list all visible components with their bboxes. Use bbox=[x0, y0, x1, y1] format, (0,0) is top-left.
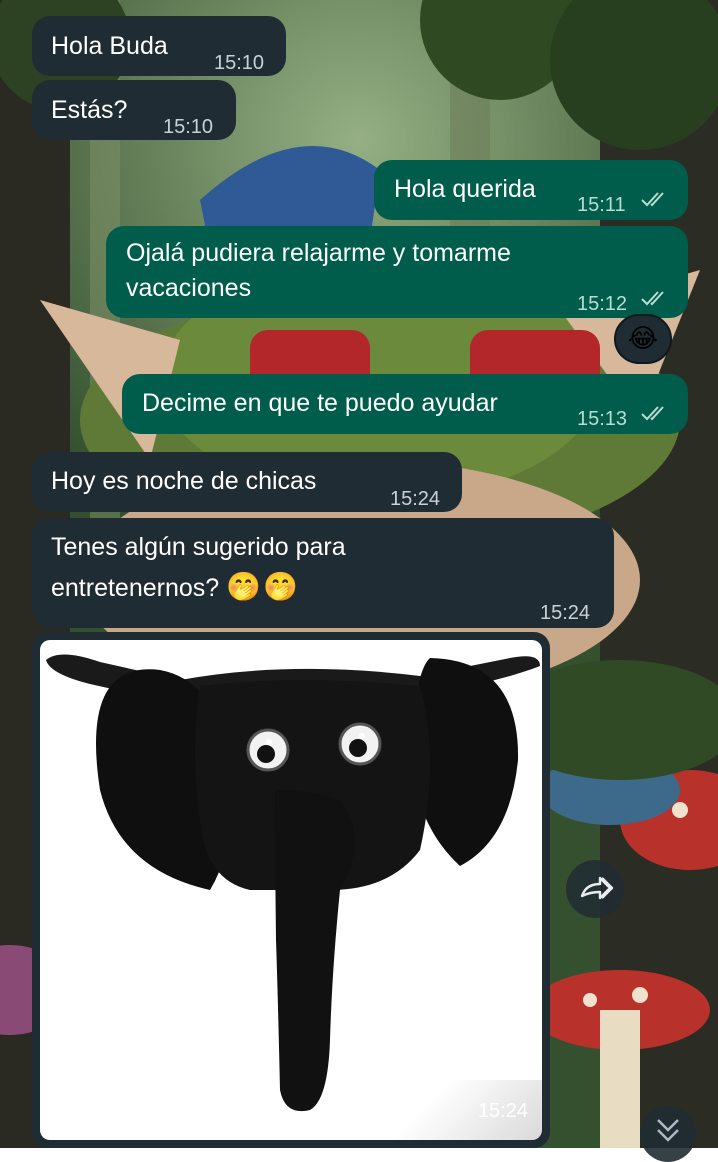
message-time: 15:11 bbox=[577, 194, 626, 216]
message-text-line-2: entretenernos? 🤭🤭 bbox=[51, 570, 300, 605]
double-check-icon bbox=[641, 291, 664, 306]
message-time: 15:10 bbox=[214, 52, 265, 74]
message-text: Decime en que te puedo ayudar bbox=[142, 389, 498, 417]
message-time: 15:13 bbox=[577, 408, 628, 430]
incoming-message[interactable]: Hoy es noche de chicas 15:24 bbox=[32, 452, 462, 512]
message-text-line-1: Ojalá pudiera relajarme y tomarme bbox=[126, 239, 511, 267]
outgoing-message[interactable]: Ojalá pudiera relajarme y tomarme vacaci… bbox=[106, 226, 688, 318]
reaction-emoji: 😂 bbox=[627, 324, 659, 354]
double-chevron-down-icon bbox=[657, 1119, 679, 1142]
emoji-hand-over-mouth: 🤭🤭 bbox=[226, 570, 300, 603]
message-text-line-2-text: entretenernos? bbox=[51, 574, 220, 602]
message-text: Hola Buda bbox=[51, 32, 168, 60]
image-attachment[interactable]: 15:24 bbox=[40, 640, 542, 1140]
message-time: 15:24 bbox=[540, 602, 591, 624]
incoming-image-message[interactable]: 15:24 bbox=[32, 632, 550, 1148]
message-text-line-1: Tenes algún sugerido para bbox=[51, 533, 346, 561]
message-text: Estás? bbox=[51, 96, 128, 124]
incoming-message[interactable]: Tenes algún sugerido para entretenernos?… bbox=[32, 518, 614, 628]
message-reaction[interactable]: 😂 bbox=[614, 314, 672, 364]
outgoing-message[interactable]: Hola querida 15:11 bbox=[374, 160, 688, 220]
incoming-message[interactable]: Hola Buda 15:10 bbox=[32, 16, 286, 76]
incoming-message[interactable]: Estás? 15:10 bbox=[32, 80, 236, 140]
message-text-line-2: vacaciones bbox=[126, 274, 252, 302]
message-text: Hoy es noche de chicas bbox=[51, 467, 317, 495]
scroll-to-bottom-button[interactable] bbox=[640, 1106, 696, 1162]
message-time: 15:24 bbox=[390, 488, 441, 510]
outgoing-message[interactable]: Decime en que te puedo ayudar 15:13 bbox=[122, 374, 688, 434]
forward-button[interactable] bbox=[566, 860, 624, 918]
message-time: 15:10 bbox=[163, 116, 214, 138]
message-text: Hola querida bbox=[394, 175, 536, 203]
elephant-thong-photo bbox=[46, 654, 540, 1112]
message-time: 15:12 bbox=[577, 293, 628, 315]
message-time: 15:24 bbox=[477, 1100, 528, 1122]
forward-icon bbox=[580, 876, 614, 900]
double-check-icon bbox=[641, 406, 664, 421]
double-check-icon bbox=[641, 192, 664, 207]
